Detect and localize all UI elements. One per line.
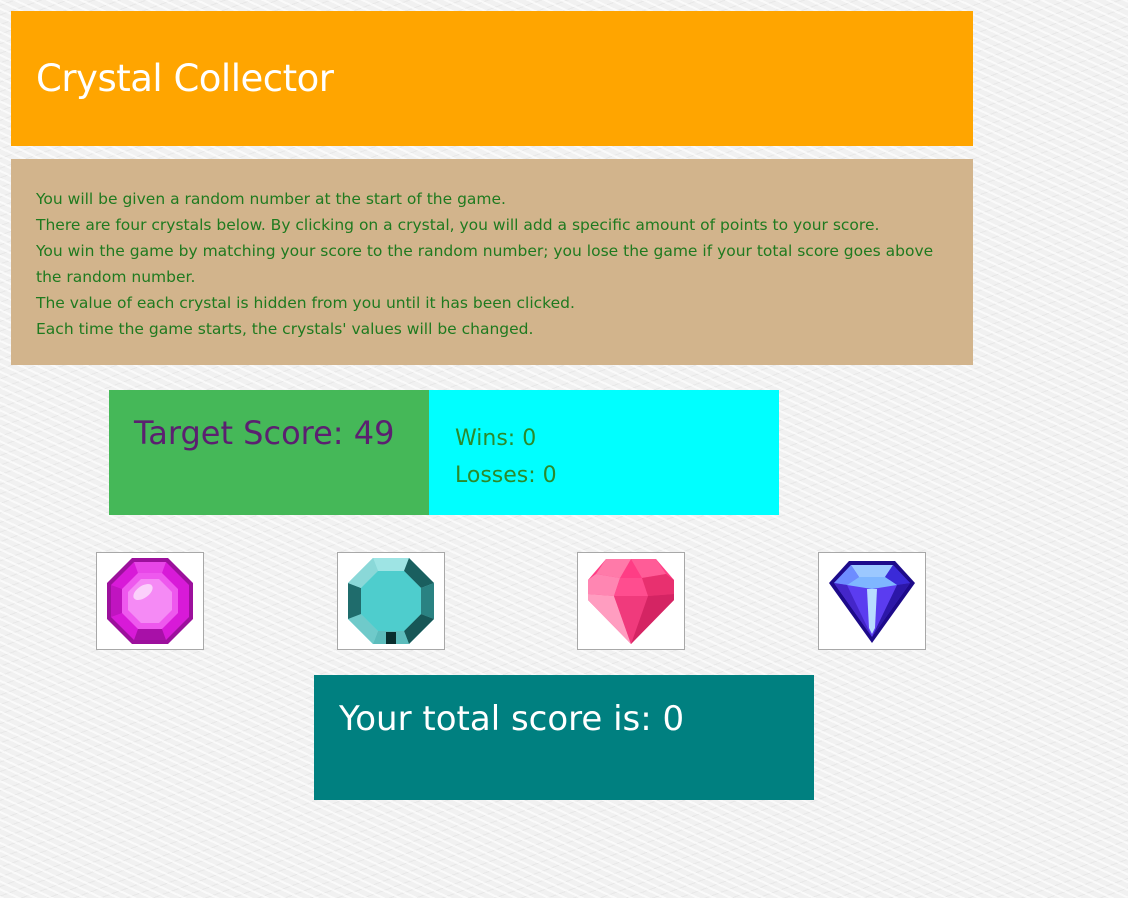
target-score-value: 49 — [353, 414, 395, 452]
wins-count: 0 — [522, 426, 537, 451]
blue-diamond-gem-icon — [829, 561, 915, 643]
instruction-line: Each time the game starts, the crystals'… — [36, 320, 534, 338]
total-score-value: 0 — [662, 699, 685, 739]
losses-count: 0 — [542, 463, 557, 488]
losses-row: Losses: 0 — [455, 457, 779, 494]
instruction-line: You will be given a random number at the… — [36, 190, 506, 208]
losses-label: Losses: — [455, 463, 536, 488]
crystal-button-2[interactable] — [337, 552, 445, 650]
header-banner: Crystal Collector — [11, 11, 973, 146]
target-score-panel: Target Score: 49 — [109, 390, 429, 515]
instructions-panel: You will be given a random number at the… — [11, 159, 973, 365]
magenta-octagon-gem-icon — [107, 558, 193, 644]
stats-panel: Wins: 0 Losses: 0 — [429, 390, 779, 515]
pink-heart-gem-icon — [588, 559, 674, 644]
total-score-panel: Your total score is: 0 — [314, 675, 814, 800]
page-title: Crystal Collector — [36, 57, 334, 100]
crystal-button-4[interactable] — [818, 552, 926, 650]
teal-round-gem-icon — [348, 558, 434, 644]
crystal-button-3[interactable] — [577, 552, 685, 650]
instruction-line: There are four crystals below. By clicki… — [36, 216, 880, 234]
instruction-line: The value of each crystal is hidden from… — [36, 294, 575, 312]
total-score-label: Your total score is: — [339, 699, 652, 739]
crystal-button-1[interactable] — [96, 552, 204, 650]
target-score-label: Target Score: — [134, 414, 344, 452]
wins-row: Wins: 0 — [455, 420, 779, 457]
instruction-line: You win the game by matching your score … — [36, 242, 934, 286]
wins-label: Wins: — [455, 426, 516, 451]
